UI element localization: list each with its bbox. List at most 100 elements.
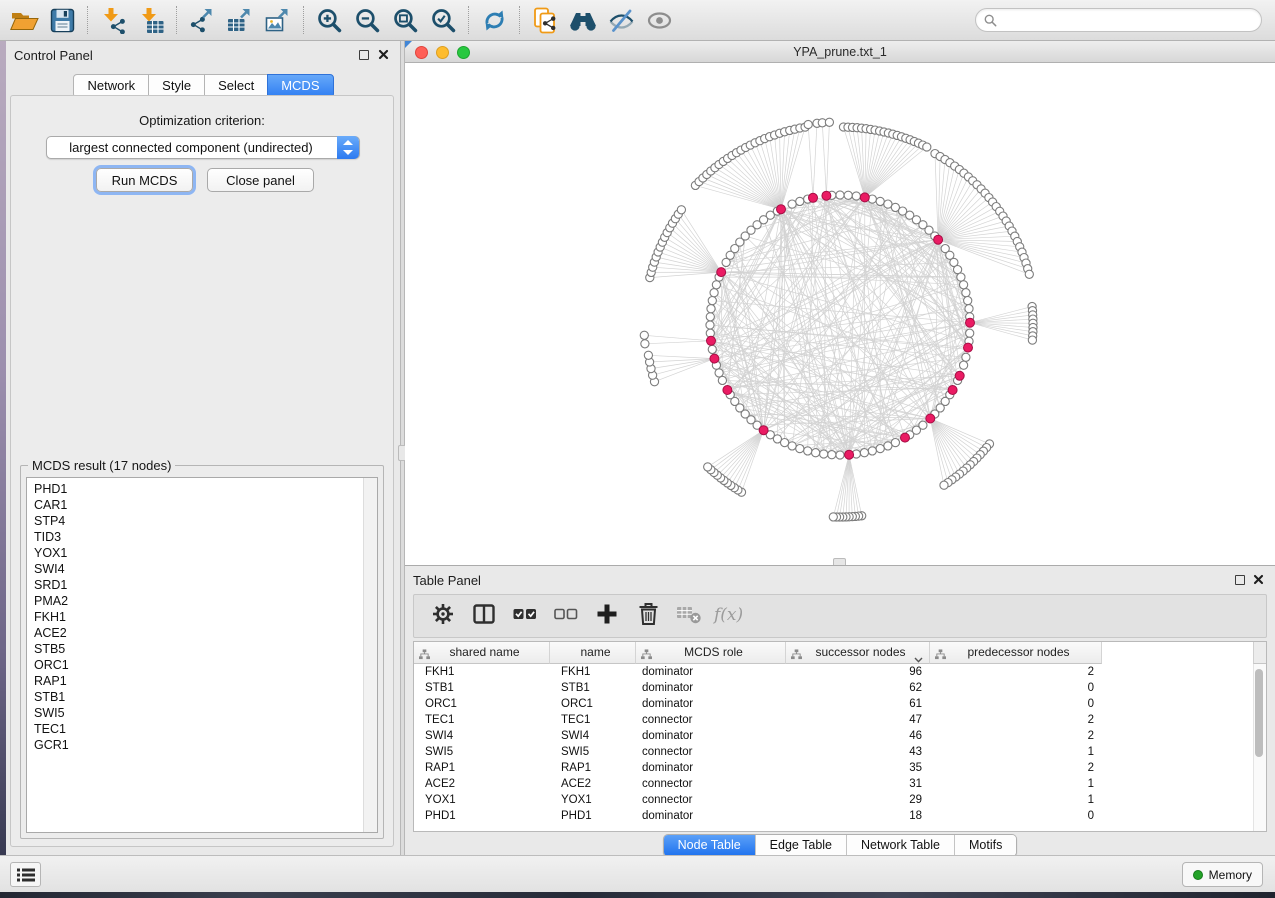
table-row[interactable]: SWI5SWI5connector431: [414, 744, 1253, 760]
tab-edge-table[interactable]: Edge Table: [755, 835, 846, 856]
table-mode-button[interactable]: [430, 603, 456, 629]
new-network-from-selection-button[interactable]: [527, 4, 563, 36]
mcds-result-item[interactable]: CAR1: [34, 497, 377, 513]
mcds-result-item[interactable]: STB1: [34, 689, 377, 705]
mcds-result-item[interactable]: ACE2: [34, 625, 377, 641]
zoom-in-icon: [316, 7, 343, 34]
deselect-all-button[interactable]: [553, 603, 579, 629]
mcds-result-item[interactable]: GCR1: [34, 737, 377, 753]
mcds-result-item[interactable]: YOX1: [34, 545, 377, 561]
toolbar-separator: [87, 6, 88, 34]
mcds-result-list[interactable]: PHD1CAR1STP4TID3YOX1SWI4SRD1PMA2FKH1ACE2…: [26, 477, 378, 833]
column-header-successor-nodes[interactable]: successor nodes: [786, 642, 930, 664]
close-panel-button[interactable]: Close panel: [207, 168, 314, 192]
mcds-result-item[interactable]: FKH1: [34, 609, 377, 625]
network-view-window: YPA_prune.txt_1: [405, 41, 1275, 565]
uncheck-pair-icon: [554, 603, 578, 630]
fx-icon: f(x): [713, 602, 747, 631]
close-panel-icon[interactable]: [378, 49, 389, 60]
zoom-selected-icon: [430, 7, 457, 34]
toolbar-group: [95, 4, 169, 36]
import-table-icon: [138, 7, 165, 34]
mcds-result-item[interactable]: PHD1: [34, 481, 377, 497]
export-network-button[interactable]: [184, 4, 220, 36]
svg-text:f(x): f(x): [713, 605, 743, 625]
criterion-dropdown[interactable]: largest connected component (undirected): [46, 136, 360, 159]
mcds-result-item[interactable]: SWI5: [34, 705, 377, 721]
run-mcds-button[interactable]: Run MCDS: [96, 168, 193, 192]
show-eye-icon: [646, 9, 673, 32]
export-image-button[interactable]: [260, 4, 296, 36]
tab-node-table[interactable]: Node Table: [664, 835, 755, 856]
result-scrollbar[interactable]: [363, 478, 377, 832]
export-image-icon: [265, 7, 292, 34]
tab-motifs[interactable]: Motifs: [954, 835, 1016, 856]
table-row[interactable]: ORC1ORC1dominator610: [414, 696, 1253, 712]
mcds-result-item[interactable]: SWI4: [34, 561, 377, 577]
memory-button[interactable]: Memory: [1182, 862, 1263, 887]
zoom-in-button[interactable]: [311, 4, 347, 36]
create-column-button[interactable]: [594, 603, 620, 629]
control-panel-title: Control Panel: [14, 48, 93, 63]
table-panel: Table Panel f(x) shared namenameMCDS rol…: [405, 565, 1275, 855]
column-header-predecessor-nodes[interactable]: predecessor nodes: [930, 642, 1102, 664]
toolbar-separator: [468, 6, 469, 34]
export-network-icon: [189, 7, 216, 34]
toolbar-separator: [176, 6, 177, 34]
apply-layout-button[interactable]: [476, 4, 512, 36]
columns-icon: [472, 603, 496, 630]
show-columns-button[interactable]: [471, 603, 497, 629]
zoom-fit-button[interactable]: [387, 4, 423, 36]
toolbar-group: [311, 4, 461, 36]
network-canvas[interactable]: [405, 63, 1275, 565]
column-header-mcds-role[interactable]: MCDS role: [636, 642, 786, 664]
search-box[interactable]: [975, 8, 1262, 32]
scroll-thumb[interactable]: [1255, 669, 1263, 757]
save-session-button[interactable]: [44, 4, 80, 36]
import-network-button[interactable]: [95, 4, 131, 36]
tab-network-table[interactable]: Network Table: [846, 835, 954, 856]
export-table-button[interactable]: [222, 4, 258, 36]
search-input[interactable]: [1001, 9, 1261, 31]
column-header-shared-name[interactable]: shared name: [414, 642, 550, 664]
import-table-button[interactable]: [133, 4, 169, 36]
mcds-result-item[interactable]: SRD1: [34, 577, 377, 593]
mcds-result-item[interactable]: PMA2: [34, 593, 377, 609]
mcds-result-item[interactable]: TEC1: [34, 721, 377, 737]
float-panel-icon[interactable]: [359, 50, 369, 60]
table-row[interactable]: SWI4SWI4dominator462: [414, 728, 1253, 744]
zoom-out-button[interactable]: [349, 4, 385, 36]
mcds-result-item[interactable]: RAP1: [34, 673, 377, 689]
table-row[interactable]: YOX1YOX1connector291: [414, 792, 1253, 808]
table-tab-bar: Node TableEdge TableNetwork TableMotifs: [405, 834, 1275, 857]
hide-selected-button[interactable]: [603, 4, 639, 36]
control-panel-titlebar: Control Panel: [6, 41, 400, 69]
table-scrollbar[interactable]: [1253, 642, 1266, 831]
mcds-result-item[interactable]: ORC1: [34, 657, 377, 673]
mcds-result-item[interactable]: STP4: [34, 513, 377, 529]
panel-menu-button[interactable]: [10, 862, 41, 887]
mcds-result-item[interactable]: TID3: [34, 529, 377, 545]
mcds-result-item[interactable]: STB5: [34, 641, 377, 657]
column-header-name[interactable]: name: [550, 642, 636, 664]
select-all-button[interactable]: [512, 603, 538, 629]
table-row[interactable]: PHD1PHD1dominator180: [414, 808, 1253, 824]
zoom-selected-button[interactable]: [425, 4, 461, 36]
node-table: shared namenameMCDS rolesuccessor nodesp…: [413, 641, 1267, 832]
network-graph[interactable]: [405, 63, 1275, 565]
gear-icon: [431, 602, 455, 631]
float-table-panel-icon[interactable]: [1235, 575, 1245, 585]
close-table-panel-icon[interactable]: [1253, 574, 1264, 585]
mcds-result-title: MCDS result (17 nodes): [28, 458, 175, 473]
table-row[interactable]: FKH1FKH1dominator962: [414, 664, 1253, 680]
delete-columns-button[interactable]: [635, 603, 661, 629]
table-row[interactable]: RAP1RAP1dominator352: [414, 760, 1253, 776]
table-row[interactable]: STB1STB1dominator620: [414, 680, 1253, 696]
first-neighbors-button[interactable]: [565, 4, 601, 36]
open-session-button[interactable]: [6, 4, 42, 36]
table-row[interactable]: TEC1TEC1connector472: [414, 712, 1253, 728]
criterion-dropdown-value: largest connected component (undirected): [47, 137, 335, 158]
table-row[interactable]: ACE2ACE2connector311: [414, 776, 1253, 792]
optimization-criterion-label: Optimization criterion:: [11, 113, 393, 128]
control-panel: Control Panel NetworkStyleSelectMCDS Opt…: [6, 41, 400, 855]
